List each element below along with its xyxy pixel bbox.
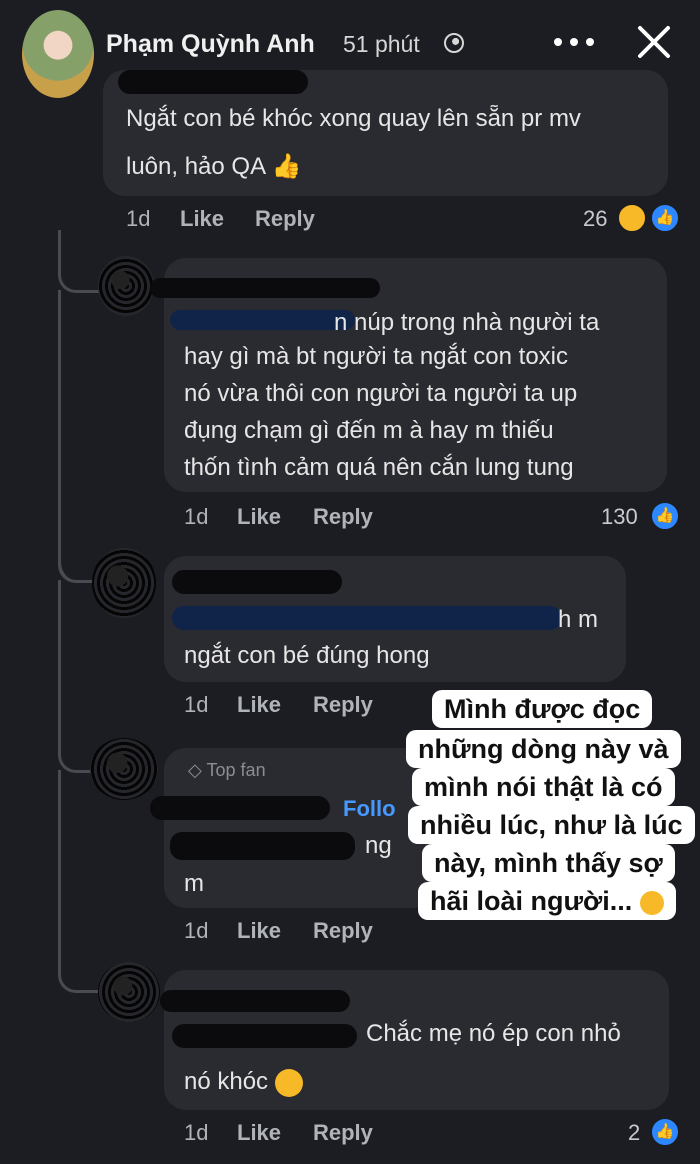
redacted-name [160,990,350,1012]
comment-time: 1d [126,206,151,231]
redacted-name [118,70,308,94]
thumbs-up-emoji-icon: 👍 [271,153,302,180]
avatar[interactable] [92,548,156,618]
like-reaction-icon: 👍 [650,501,680,531]
reaction-count[interactable]: 130 [601,504,638,530]
reply-link[interactable]: Reply [313,504,373,530]
like-link[interactable]: Like [237,504,281,530]
more-dots-icon[interactable] [552,32,598,52]
comment-text: nó vừa thôi con người ta người ta up [184,380,578,407]
caption-line: mình nói thật là có [412,768,675,806]
comment-text: thốn tình cảm quá nên cắn lung tung [184,454,574,481]
comment-text: nó khóc [184,1064,303,1100]
like-link[interactable]: Like [180,206,224,232]
avatar[interactable] [22,10,94,98]
comment-text: ng [365,832,392,859]
smirk-emoji-icon [274,1068,303,1097]
comment-text: đụng chạm gì đến m à hay m thiếu [184,417,554,444]
caption-line: Mình được đọc [432,690,653,728]
like-link[interactable]: Like [237,1120,281,1146]
reply-link[interactable]: Reply [313,1120,373,1146]
redacted-name [150,278,380,298]
comment-text: hay gì mà bt người ta ngắt con toxic [184,343,569,370]
reply-link[interactable]: Reply [313,918,373,944]
reply-link[interactable]: Reply [313,692,373,718]
comment-time: 1d [184,504,209,529]
follow-link[interactable]: Follo [343,796,396,822]
caption-line: nhiều lúc, như là lúc [408,806,695,844]
reaction-count[interactable]: 2 [628,1120,640,1146]
comment-time: 1d [184,918,209,943]
post-time: 51 phút [343,31,420,57]
comment-text: Ngắt con bé khóc xong quay lên sẵn pr mv [126,105,581,132]
comment-text: Chắc mẹ nó ép con nhỏ [366,1020,621,1047]
avatar[interactable] [98,256,154,316]
comment-time: 1d [184,692,209,717]
like-link[interactable]: Like [237,918,281,944]
redacted-name [172,1024,357,1048]
avatar[interactable] [98,962,160,1022]
comment-text: luôn, hảo QA 👍 [126,153,302,180]
caption-line: những dòng này và [406,730,681,768]
thread-line [58,770,105,993]
close-icon[interactable] [636,24,672,60]
comment-text: ngắt con bé đúng hong [184,642,430,669]
comment-text: h m [558,606,599,633]
comment-time: 1d [184,1120,209,1145]
reaction-count[interactable]: 26 [583,206,607,232]
haha-reaction-icon [617,203,647,233]
comment-text: m [184,870,204,897]
redacted-name [170,832,355,860]
redacted-name [172,570,342,594]
redacted-name [170,310,355,330]
caption-line: hãi loài người... [418,882,676,920]
thread-line [58,580,105,773]
crying-emoji-icon [639,890,664,915]
reply-link[interactable]: Reply [255,206,315,232]
diamond-icon: ◇ [188,760,202,780]
like-link[interactable]: Like [237,692,281,718]
redacted-name [172,606,562,630]
avatar[interactable] [90,738,158,800]
poster-name[interactable]: Phạm Quỳnh Anh [106,30,315,59]
caption-line: này, mình thấy sợ [422,844,675,882]
like-reaction-icon: 👍 [650,1117,680,1147]
redacted-name [150,796,330,820]
like-reaction-icon: 👍 [650,203,680,233]
comment-text: n núp trong nhà người ta [334,309,600,336]
top-fan-badge: ◇ Top fan [188,760,266,780]
globe-icon [444,33,464,53]
